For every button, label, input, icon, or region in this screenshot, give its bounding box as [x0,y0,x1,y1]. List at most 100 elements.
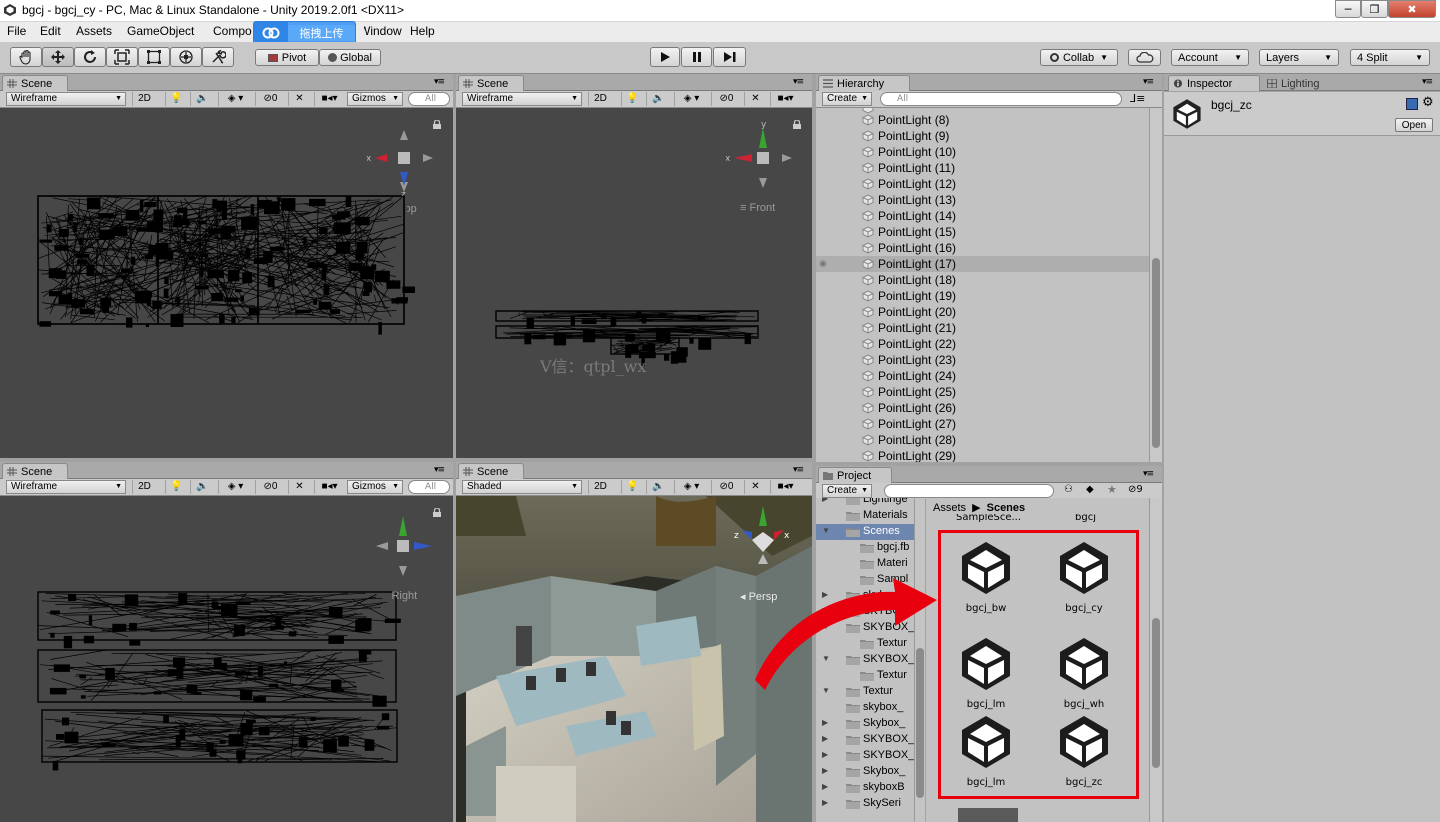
2d-toggle[interactable]: 2D [132,480,156,494]
eye-icon[interactable]: ◉ [819,258,827,269]
hierarchy-row[interactable]: PointLight (18) [816,272,1152,288]
hierarchy-row[interactable]: PointLight (14) [816,208,1152,224]
tab-scene-1[interactable]: Scene [2,75,68,91]
asset-partial-thumbnail[interactable] [958,808,1018,822]
expand-arrow-icon[interactable]: ▶ [822,718,828,727]
project-search-input[interactable] [884,484,1054,498]
menu-gameobject[interactable]: GameObject [127,24,194,38]
draw-mode-dropdown[interactable]: Wireframe ▼ [6,480,126,494]
hierarchy-row[interactable]: PointLight (10) [816,144,1152,160]
hierarchy-row[interactable]: PointLight (28) [816,432,1152,448]
hierarchy-row[interactable]: PointLight (24) [816,368,1152,384]
2d-toggle[interactable]: 2D [588,480,612,494]
hierarchy-row[interactable]: PointLight (23) [816,352,1152,368]
gizmos-dropdown[interactable]: Gizmos ▼ [347,92,403,106]
hierarchy-row[interactable]: PointLight (17) ◉ [816,256,1152,272]
gizmos-dropdown[interactable]: Gizmos ▼ [347,480,403,494]
orientation-gizmo[interactable] [368,512,438,582]
folder-tree-item[interactable]: ▶ Lightinge [816,498,924,508]
hidden-toggle[interactable]: ⊘0 [255,92,285,106]
cloud-button[interactable] [1128,49,1161,66]
tab-project[interactable]: Project [818,467,892,483]
folder-tree-item[interactable]: ▼ Scenes [816,524,924,540]
menu-edit[interactable]: Edit [40,24,61,38]
hierarchy-row[interactable]: PointLight (8) [816,112,1152,128]
open-button[interactable]: Open [1395,118,1433,132]
hidden-toggle[interactable]: ⊘0 [711,92,741,106]
global-button[interactable]: Global [319,49,381,66]
move-tool-button[interactable] [42,47,74,67]
account-dropdown[interactable]: Account ▼ [1171,49,1249,66]
draw-mode-dropdown[interactable]: Shaded ▼ [462,480,582,494]
breadcrumb-assets[interactable]: Assets [933,502,966,514]
expand-arrow-icon[interactable]: ▶ [822,782,828,791]
hierarchy-row[interactable]: PointLight (12) [816,176,1152,192]
effects-dropdown[interactable]: ◈ ▾ [674,480,708,494]
tools-toggle[interactable]: ✕ [744,92,766,106]
scrollbar-thumb[interactable] [1152,258,1160,448]
audio-toggle[interactable]: 🔈 [190,480,214,494]
hierarchy-row[interactable]: PointLight (26) [816,400,1152,416]
help-book-icon[interactable] [1406,98,1418,110]
hierarchy-row[interactable]: PointLight (21) [816,320,1152,336]
hierarchy-row[interactable]: PointLight (22) [816,336,1152,352]
folder-tree-item[interactable]: ▶ SKYBOX_ [816,732,924,748]
tools-toggle[interactable]: ✕ [744,480,766,494]
lighting-toggle[interactable]: 💡 [621,480,643,494]
scene-viewport-front[interactable]: y x ≡ Front V信：qtpl_wx [456,108,812,458]
menu-file[interactable]: File [7,24,26,38]
pause-button[interactable] [681,47,712,67]
hierarchy-row[interactable]: PointLight (20) [816,304,1152,320]
lighting-toggle[interactable]: 💡 [165,92,187,106]
audio-toggle[interactable]: 🔈 [190,92,214,106]
partial-asset-label[interactable]: SampleSce... [956,514,1021,523]
collab-button[interactable]: Collab ▼ [1040,49,1118,66]
menu-help[interactable]: Help [410,24,435,38]
tab-scene-2[interactable]: Scene [458,75,524,91]
favorite-star-icon[interactable]: ★ [1107,483,1117,496]
breadcrumb-scenes[interactable]: Scenes [987,502,1026,514]
camera-dropdown[interactable]: ■◂▾ [314,480,344,494]
camera-dropdown[interactable]: ■◂▾ [314,92,344,106]
hierarchy-row[interactable]: PointLight (11) [816,160,1152,176]
scene-search-input[interactable]: All [408,480,450,494]
layers-dropdown[interactable]: Layers ▼ [1259,49,1339,66]
filter-type-icon[interactable]: ⚇ [1064,484,1073,495]
2d-toggle[interactable]: 2D [132,92,156,106]
expand-arrow-icon[interactable]: ▼ [822,526,830,535]
play-button[interactable] [650,47,680,67]
scene-viewport-right[interactable]: ≡ Right [0,496,453,822]
scene-visibility-icon[interactable]: ⅃≡ [1130,92,1145,105]
tab-scene-4[interactable]: Scene [458,463,524,479]
hidden-toggle[interactable]: ⊘0 [255,480,285,494]
draw-mode-dropdown[interactable]: Wireframe ▼ [6,92,126,106]
layout-dropdown[interactable]: 4 Split ▼ [1350,49,1430,66]
2d-toggle[interactable]: 2D [588,92,612,106]
folder-tree-item[interactable]: bgcj.fb [816,540,924,556]
orientation-gizmo[interactable]: x z [367,126,437,196]
tab-menu-icon[interactable]: ▾≡ [1143,77,1154,87]
camera-dropdown[interactable]: ■◂▾ [770,480,800,494]
create-dropdown[interactable]: Create ▼ [822,484,872,498]
hidden-packages-toggle[interactable]: ⊘9 [1128,484,1143,495]
effects-dropdown[interactable]: ◈ ▾ [218,92,252,106]
rotate-tool-button[interactable] [74,47,106,67]
hierarchy-row[interactable]: PointLight (15) [816,224,1152,240]
hierarchy-search-input[interactable]: All [880,92,1122,106]
menu-window[interactable]: Window [364,24,402,38]
partial-asset-label[interactable]: bgcj [1075,514,1096,523]
step-button[interactable] [713,47,746,67]
scene-search-input[interactable]: All [408,92,450,106]
camera-dropdown[interactable]: ■◂▾ [770,92,800,106]
hierarchy-row[interactable]: PointLight (13) [816,192,1152,208]
tab-hierarchy[interactable]: Hierarchy [818,75,910,91]
custom-tool-button[interactable] [202,47,234,67]
tab-inspector[interactable]: Inspector [1168,75,1260,91]
tab-menu-icon[interactable]: ▾≡ [793,77,804,87]
folder-tree-item[interactable]: ▶ SkySeri [816,796,924,812]
tab-menu-icon[interactable]: ▾≡ [434,465,445,475]
gear-icon[interactable]: ⚙ [1422,95,1434,110]
draw-mode-dropdown[interactable]: Wireframe ▼ [462,92,582,106]
hierarchy-row[interactable]: PointLight (25) [816,384,1152,400]
expand-arrow-icon[interactable]: ▶ [822,498,828,503]
